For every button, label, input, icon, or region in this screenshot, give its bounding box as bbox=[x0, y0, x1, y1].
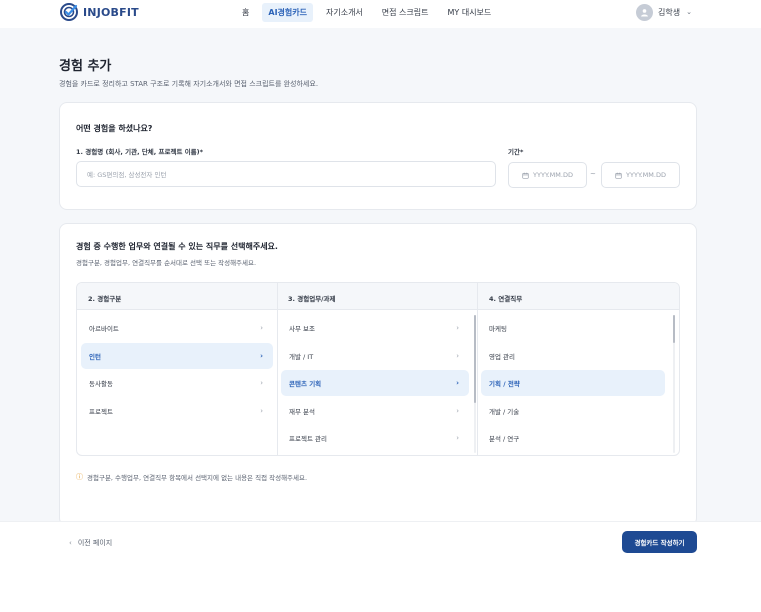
footer-bar: ‹ 이전 페이지 경험카드 작성하기 bbox=[0, 521, 761, 612]
list-item-label: 마케팅 bbox=[489, 325, 507, 333]
page-title: 경험 추가 bbox=[59, 59, 112, 74]
notice: ⓘ 경험구분, 수행업무, 연결직무 항목에서 선택지에 없는 내용은 직접 작… bbox=[76, 472, 307, 482]
chevron-right-icon: › bbox=[456, 434, 459, 442]
job-selection-card: 경험 중 수행한 업무와 연결될 수 있는 직무를 선택해주세요. 경험구분, … bbox=[59, 223, 697, 526]
job-list-scrollbar-thumb[interactable] bbox=[673, 315, 675, 343]
logo-icon bbox=[60, 3, 78, 21]
avatar bbox=[636, 3, 653, 21]
experience-heading: 어떤 경험을 하셨나요? bbox=[76, 124, 153, 133]
task-list: 사무 보조 › 개발 / IT › 콘텐츠 기획 › 재무 분석 › 프로젝트 … bbox=[277, 311, 477, 455]
task-list-scrollbar-thumb[interactable] bbox=[474, 315, 476, 403]
list-item-label: 사무 보조 bbox=[289, 325, 315, 333]
experience-name-input[interactable]: 예: GS편의점, 삼성전자 인턴 bbox=[76, 161, 496, 187]
logo[interactable]: INJOBFIT bbox=[59, 2, 139, 22]
column-header-job: 4. 연결직무 bbox=[489, 295, 523, 303]
list-item-label: 재무 분석 bbox=[289, 408, 315, 416]
user-menu[interactable]: 김학생 ⌄ bbox=[636, 3, 692, 21]
chevron-right-icon: › bbox=[260, 352, 263, 360]
list-item[interactable]: 인턴 › bbox=[81, 343, 273, 369]
calendar-icon bbox=[615, 172, 622, 179]
end-date-placeholder: YYYY.MM.DD bbox=[626, 171, 666, 179]
main-content: 경험 추가 경험을 카드로 정리하고 STAR 구조로 기록해 자기소개서와 면… bbox=[0, 28, 761, 526]
list-item[interactable]: 프로젝트 › bbox=[81, 398, 273, 424]
nav-interview-script[interactable]: 면접 스크립트 bbox=[376, 3, 435, 22]
column-header-task: 3. 경험업무/과제 bbox=[288, 295, 336, 303]
chevron-right-icon: › bbox=[456, 379, 459, 387]
nav-my-dashboard[interactable]: MY 대시보드 bbox=[442, 3, 498, 22]
chevron-right-icon: › bbox=[456, 407, 459, 415]
job-selection-subtitle: 경험구분, 경험업무, 연결직무를 순서대로 선택 또는 작성해주세요. bbox=[76, 259, 257, 267]
selection-table: 2. 경험구분 3. 경험업무/과제 4. 연결직무 아르바이트 › 인턴 › … bbox=[76, 282, 680, 456]
list-item-label: 분석 / 연구 bbox=[489, 435, 520, 443]
notice-text: 경험구분, 수행업무, 연결직무 항목에서 선택지에 없는 내용은 직접 작성해… bbox=[87, 474, 308, 482]
start-date-placeholder: YYYY.MM.DD bbox=[533, 171, 573, 179]
list-item-label: 프로젝트 bbox=[89, 408, 113, 416]
table-header: 2. 경험구분 3. 경험업무/과제 4. 연결직무 bbox=[77, 283, 679, 310]
list-item[interactable]: 콘텐츠 기획 › bbox=[281, 370, 469, 396]
info-icon: ⓘ bbox=[76, 473, 83, 481]
chevron-right-icon: › bbox=[260, 407, 263, 415]
list-item[interactable]: 사무 보조 › bbox=[281, 315, 469, 341]
chevron-right-icon: › bbox=[260, 379, 263, 387]
list-item-label: 인턴 bbox=[89, 353, 101, 361]
list-item[interactable]: 동사활동 › bbox=[81, 370, 273, 396]
list-item[interactable]: 개발 / 기술 bbox=[481, 398, 665, 424]
list-item[interactable]: 아르바이트 › bbox=[81, 315, 273, 341]
chevron-down-icon: ⌄ bbox=[686, 8, 692, 16]
back-label: 이전 페이지 bbox=[77, 539, 113, 547]
list-item-label: 프로젝트 관리 bbox=[289, 435, 327, 443]
list-item[interactable]: 프로젝트 관리 › bbox=[281, 425, 469, 451]
list-item-label: 아르바이트 bbox=[89, 325, 119, 333]
logo-text: INJOBFIT bbox=[83, 5, 139, 19]
date-separator: ~ bbox=[590, 170, 596, 178]
calendar-icon bbox=[522, 172, 529, 179]
list-item[interactable]: 재무 분석 › bbox=[281, 398, 469, 424]
start-date-input[interactable]: YYYY.MM.DD bbox=[508, 162, 587, 188]
list-item-label: 동사활동 bbox=[89, 380, 113, 388]
list-item-label: 기획 / 전략 bbox=[489, 380, 520, 388]
top-header: INJOBFIT 홈 AI경험카드 자기소개서 면접 스크립트 MY 대시보드 … bbox=[0, 0, 761, 28]
job-list: 마케팅 영업 관리 기획 / 전략 개발 / 기술 분석 / 연구 bbox=[477, 311, 679, 455]
nav-cover-letter[interactable]: 자기소개서 bbox=[320, 3, 369, 22]
create-experience-card-button[interactable]: 경험카드 작성하기 bbox=[622, 531, 697, 553]
list-item-label: 영업 관리 bbox=[489, 353, 515, 361]
back-button[interactable]: ‹ 이전 페이지 bbox=[69, 538, 112, 548]
experience-name-label: 1. 경험명 (회사, 기관, 단체, 프로젝트 이름)* bbox=[76, 148, 204, 156]
job-selection-heading: 경험 중 수행한 업무와 연결될 수 있는 직무를 선택해주세요. bbox=[76, 242, 278, 251]
list-item[interactable]: 영업 관리 bbox=[481, 343, 665, 369]
column-header-category: 2. 경험구분 bbox=[88, 295, 122, 303]
nav-ai-experience-card[interactable]: AI경험카드 bbox=[262, 2, 313, 22]
page-subtitle: 경험을 카드로 정리하고 STAR 구조로 기록해 자기소개서와 면접 스크립트… bbox=[59, 80, 319, 88]
list-item[interactable]: 기획 / 전략 bbox=[481, 370, 665, 396]
chevron-right-icon: › bbox=[456, 324, 459, 332]
category-list: 아르바이트 › 인턴 › 동사활동 › 프로젝트 › bbox=[77, 311, 277, 455]
list-item-label: 콘텐츠 기획 bbox=[289, 380, 322, 388]
list-item[interactable]: 개발 / IT › bbox=[281, 343, 469, 369]
main-nav: 홈 AI경험카드 자기소개서 면접 스크립트 MY 대시보드 bbox=[236, 2, 504, 22]
period-label: 기간* bbox=[508, 148, 524, 156]
list-item-label: 개발 / 기술 bbox=[489, 408, 520, 416]
chevron-left-icon: ‹ bbox=[69, 539, 72, 547]
chevron-right-icon: › bbox=[260, 324, 263, 332]
nav-home[interactable]: 홈 bbox=[236, 3, 255, 22]
user-icon bbox=[641, 8, 648, 17]
experience-info-card: 어떤 경험을 하셨나요? 1. 경험명 (회사, 기관, 단체, 프로젝트 이름… bbox=[59, 102, 697, 210]
user-name: 김학생 bbox=[658, 7, 681, 17]
end-date-input[interactable]: YYYY.MM.DD bbox=[601, 162, 680, 188]
list-item[interactable]: 분석 / 연구 bbox=[481, 425, 665, 451]
chevron-right-icon: › bbox=[456, 352, 459, 360]
list-item-label: 개발 / IT bbox=[289, 353, 314, 361]
list-item[interactable]: 마케팅 bbox=[481, 315, 665, 341]
